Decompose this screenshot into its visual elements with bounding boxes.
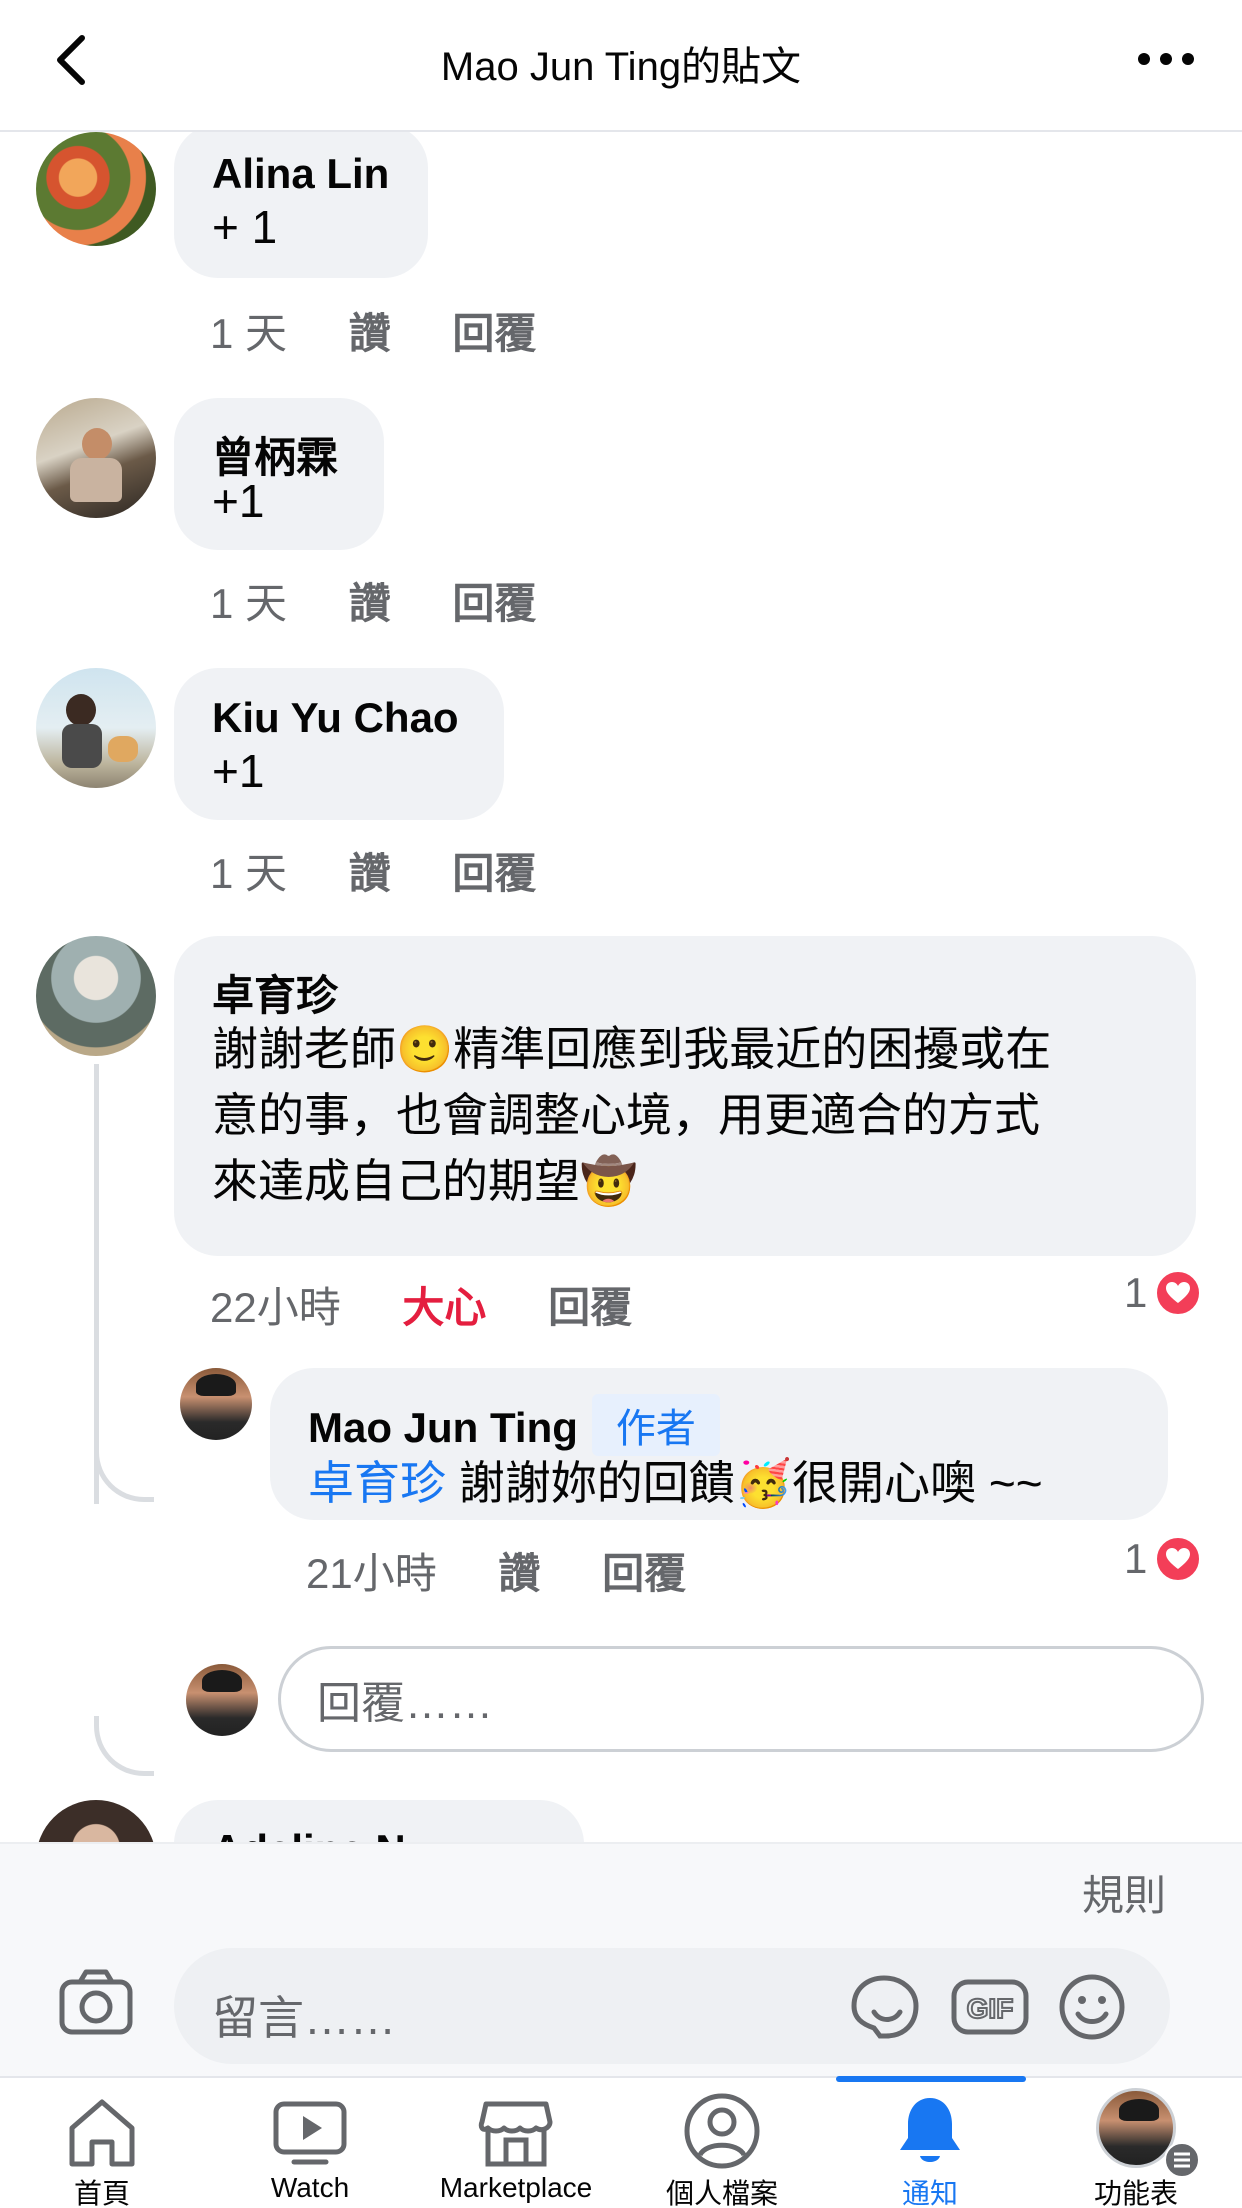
author-badge: 作者 bbox=[591, 1394, 720, 1456]
comment-bubble: Adeline N bbox=[174, 1800, 584, 1842]
reply-time: 21小時 bbox=[306, 1550, 437, 1597]
tab-label: 首頁 bbox=[73, 2178, 130, 2208]
avatar[interactable] bbox=[36, 668, 156, 788]
marketplace-icon bbox=[478, 2101, 553, 2167]
heart-icon bbox=[1153, 1534, 1204, 1584]
avatar bbox=[186, 1664, 258, 1736]
comment-bubble: 曾柄霖 +1 bbox=[174, 398, 384, 550]
like-button[interactable]: 讚 bbox=[349, 300, 391, 361]
reply-button[interactable]: 回覆 bbox=[602, 1540, 686, 1601]
like-button[interactable]: 讚 bbox=[498, 1540, 540, 1601]
comment-time: 1 天 bbox=[210, 580, 288, 627]
avatar[interactable] bbox=[36, 936, 156, 1056]
comment-bubble: Alina Lin + 1 bbox=[174, 132, 428, 278]
comment-text: +1 bbox=[212, 475, 265, 527]
reply-button[interactable]: 回覆 bbox=[452, 570, 536, 631]
more-options-icon[interactable] bbox=[1136, 44, 1196, 74]
tab-label: 個人檔案 bbox=[665, 2178, 778, 2208]
comment-text-line: 謝謝老師🙂精準回應到我最近的困擾或在 bbox=[212, 1023, 1052, 1075]
emoji-icon[interactable] bbox=[1052, 1972, 1132, 2042]
reply-text: 卓育珍 謝謝妳的回饋🥳很開心噢 ~~ bbox=[308, 1450, 1043, 1516]
reaction-count[interactable]: 1 bbox=[1124, 1534, 1204, 1584]
reply-text-body: 謝謝妳的回饋🥳很開心噢 ~~ bbox=[458, 1457, 1043, 1509]
comment-text: 謝謝老師🙂精準回應到我最近的困擾或在 意的事，也會調整心境，用更適合的方式 來達… bbox=[212, 1016, 1172, 1214]
tab-label: Watch bbox=[270, 2172, 350, 2203]
comment-text: + 1 bbox=[212, 201, 278, 253]
comment-list: Alina Lin + 1 1 天 讚 回覆 曾柄霖 +1 1 天 讚 回覆 K… bbox=[0, 132, 1242, 1842]
page-title: Mao Jun Ting的貼文 bbox=[440, 45, 802, 89]
comment-bubble: Kiu Yu Chao +1 bbox=[174, 668, 504, 820]
tab-watch[interactable]: Watch bbox=[210, 2078, 410, 2208]
svg-text:GIF: GIF bbox=[967, 1993, 1014, 2024]
comment-time: 1 天 bbox=[210, 310, 288, 357]
comment-bubble: 卓育珍 謝謝老師🙂精準回應到我最近的困擾或在 意的事，也會調整心境，用更適合的方… bbox=[174, 936, 1196, 1256]
thread-line bbox=[94, 1064, 99, 1504]
rules-bar: 規則 bbox=[0, 1842, 1242, 1934]
comment-author[interactable]: 卓育珍 bbox=[212, 962, 338, 1023]
reply-button[interactable]: 回覆 bbox=[452, 300, 536, 361]
reply-meta: 21小時 讚 回覆 bbox=[306, 1540, 736, 1601]
comment-composer: 留言…… GIF bbox=[0, 1934, 1242, 2076]
rules-link[interactable]: 規則 bbox=[1082, 1862, 1166, 1923]
avatar[interactable] bbox=[36, 398, 156, 518]
comment-time: 22小時 bbox=[210, 1284, 341, 1331]
comment-time: 1 天 bbox=[210, 850, 288, 897]
comment-meta: 22小時 大心 回覆 bbox=[210, 1274, 682, 1335]
camera-icon[interactable] bbox=[56, 1964, 136, 2044]
thread-connector bbox=[94, 1716, 154, 1776]
tab-home[interactable]: 首頁 bbox=[2, 2078, 202, 2208]
reply-bubble: Mao Jun Ting 作者 卓育珍 謝謝妳的回饋🥳很開心噢 ~~ bbox=[270, 1368, 1168, 1520]
avatar[interactable] bbox=[36, 1800, 156, 1842]
tab-menu[interactable]: 功能表 bbox=[1036, 2078, 1236, 2208]
reply-input-placeholder: 回覆…… bbox=[317, 1679, 493, 1728]
comment-meta: 1 天 讚 回覆 bbox=[210, 840, 586, 901]
reply-button[interactable]: 回覆 bbox=[452, 840, 536, 901]
tab-label: 功能表 bbox=[1093, 2178, 1178, 2208]
tab-notifications[interactable]: 通知 bbox=[830, 2078, 1030, 2208]
bell-icon bbox=[900, 2098, 960, 2162]
home-icon bbox=[69, 2099, 135, 2167]
reply-author: Mao Jun Ting 作者 bbox=[308, 1394, 720, 1456]
thread-connector bbox=[94, 1442, 154, 1502]
tab-profile[interactable]: 個人檔案 bbox=[622, 2078, 822, 2208]
comment-meta: 1 天 讚 回覆 bbox=[210, 300, 586, 361]
watch-icon bbox=[273, 2101, 347, 2165]
love-reaction-button[interactable]: 大心 bbox=[402, 1274, 486, 1335]
reply-button[interactable]: 回覆 bbox=[548, 1274, 632, 1335]
mention-link[interactable]: 卓育珍 bbox=[308, 1457, 446, 1509]
comment-meta: 1 天 讚 回覆 bbox=[210, 570, 586, 631]
avatar[interactable] bbox=[180, 1368, 252, 1440]
gif-icon[interactable]: GIF bbox=[950, 1972, 1030, 2042]
avatar[interactable] bbox=[36, 132, 156, 246]
profile-icon bbox=[684, 2093, 760, 2169]
reply-author-name[interactable]: Mao Jun Ting bbox=[308, 1404, 578, 1451]
like-button[interactable]: 讚 bbox=[349, 570, 391, 631]
sticker-icon[interactable] bbox=[844, 1972, 924, 2042]
tab-label: 通知 bbox=[901, 2178, 958, 2208]
reaction-count[interactable]: 1 bbox=[1124, 1268, 1204, 1318]
comment-input-placeholder: 留言…… bbox=[212, 1992, 396, 2044]
comment-text: +1 bbox=[212, 745, 265, 797]
comment-text-line: 意的事，也會調整心境，用更適合的方式 bbox=[212, 1089, 1040, 1141]
comment-text-line: 來達成自己的期望🤠 bbox=[212, 1155, 638, 1207]
comment-author[interactable]: Kiu Yu Chao bbox=[212, 694, 459, 742]
top-nav-bar: Mao Jun Ting的貼文 bbox=[0, 0, 1242, 132]
comment-author[interactable]: Adeline N bbox=[212, 1826, 406, 1842]
bottom-tab-bar: 首頁 Watch Marketplace 個人檔案 通知 功能表 bbox=[0, 2076, 1242, 2208]
reply-input[interactable]: 回覆…… bbox=[278, 1646, 1204, 1752]
heart-icon bbox=[1153, 1268, 1204, 1318]
comment-input[interactable]: 留言…… GIF bbox=[174, 1948, 1170, 2064]
tab-label: Marketplace bbox=[439, 2172, 593, 2203]
reaction-count-number: 1 bbox=[1124, 1535, 1148, 1582]
reaction-count-number: 1 bbox=[1124, 1269, 1148, 1316]
like-button[interactable]: 讚 bbox=[349, 840, 391, 901]
tab-marketplace[interactable]: Marketplace bbox=[416, 2078, 616, 2208]
comment-author[interactable]: Alina Lin bbox=[212, 150, 389, 198]
